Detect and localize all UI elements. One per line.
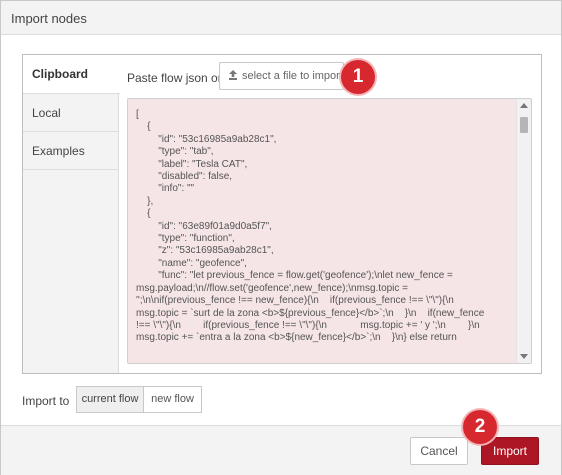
code-line: [ <box>136 109 139 120</box>
flow-json-content: [ { "id": "53c16985a9ab28c1", "type": "t… <box>136 109 516 345</box>
scroll-down-icon[interactable] <box>520 354 528 359</box>
dialog-title: Import nodes <box>11 11 87 26</box>
import-panel: Clipboard Local Examples Paste flow json… <box>22 54 542 374</box>
code-line: "func": "let previous_fence = flow.get('… <box>136 270 453 282</box>
code-line: "name": "geofence", <box>136 257 247 269</box>
editor-scrollbar[interactable] <box>516 99 531 363</box>
code-line: { <box>136 121 151 133</box>
code-line: "disabled": false, <box>136 171 233 183</box>
dialog-titlebar: Import nodes <box>1 1 561 35</box>
new-flow-option[interactable]: new flow <box>143 386 202 413</box>
import-nodes-dialog: Import nodes Clipboard Local Examples Pa… <box>0 0 562 475</box>
import-source-tabs: Clipboard Local Examples <box>23 55 120 373</box>
code-line: "info": "" <box>136 183 195 195</box>
code-line: !== \"\"){\n if(previous_fence !== \"\")… <box>136 319 480 331</box>
step-badge-1: 1 <box>341 60 375 94</box>
import-button[interactable]: Import <box>481 437 539 465</box>
code-line: "id": "53c16985a9ab28c1", <box>136 133 277 145</box>
code-line: '';\n\nif(previous_fence !== new_fence){… <box>136 295 454 307</box>
code-line: "type": "function", <box>136 233 235 245</box>
code-line: msg.topic = `surt de la zona <b>${previo… <box>136 307 485 319</box>
tab-clipboard[interactable]: Clipboard <box>23 55 120 94</box>
code-line: "id": "63e89f01a9d0a5f7", <box>136 220 272 232</box>
cancel-button[interactable]: Cancel <box>410 437 468 465</box>
tab-local[interactable]: Local <box>23 94 119 132</box>
select-file-label: select a file to import <box>242 70 343 82</box>
current-flow-option[interactable]: current flow <box>76 386 144 413</box>
code-line: "label": "Tesla CAT", <box>136 158 248 170</box>
upload-icon <box>229 70 237 80</box>
code-line: }, <box>136 195 154 207</box>
code-line: "type": "tab", <box>136 146 214 158</box>
scroll-up-icon[interactable] <box>520 103 528 108</box>
code-line: { <box>136 208 151 220</box>
paste-flow-label: Paste flow json or <box>127 71 222 85</box>
scroll-thumb[interactable] <box>520 117 528 133</box>
flow-json-textarea[interactable]: [ { "id": "53c16985a9ab28c1", "type": "t… <box>127 98 532 364</box>
import-to-label: Import to <box>22 394 70 408</box>
step-badge-2: 2 <box>463 410 497 444</box>
code-line: "z": "53c16985a9ab28c1", <box>136 245 274 257</box>
code-line: msg.topic += `entra a la zona <b>${new_f… <box>136 332 457 344</box>
tab-examples[interactable]: Examples <box>23 132 119 170</box>
select-file-button[interactable]: select a file to import <box>219 62 344 90</box>
code-line: msg.payload;\n//flow.set('geofence',new_… <box>136 282 409 294</box>
